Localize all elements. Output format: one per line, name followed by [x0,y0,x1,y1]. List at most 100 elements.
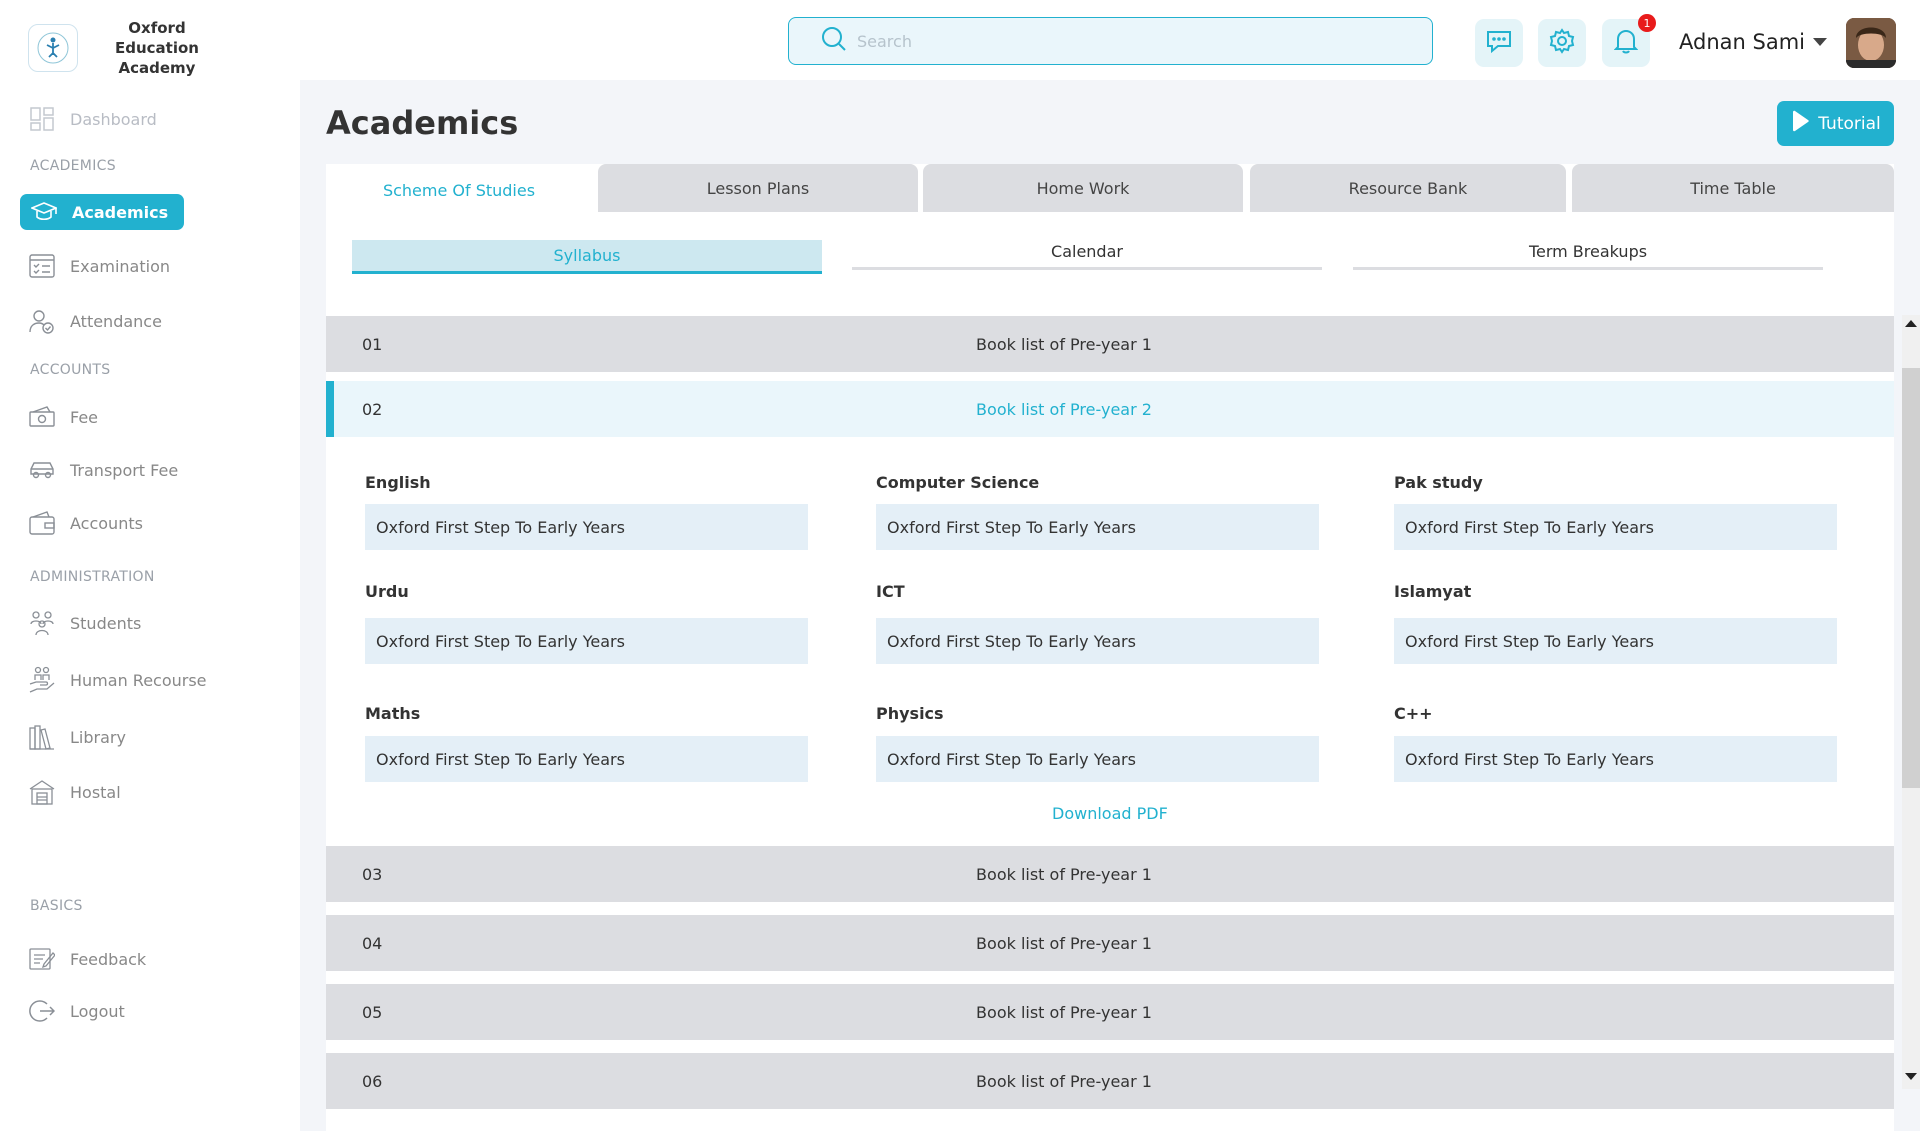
book-list-row[interactable]: 05 Book list of Pre-year 1 [326,984,1894,1040]
sidebar-item-label: Library [70,727,126,747]
subtab-term-breakups[interactable]: Term Breakups [1353,236,1823,270]
tab-time-table[interactable]: Time Table [1572,164,1894,212]
sidebar-item-attendance[interactable]: Attendance [28,304,162,338]
subject-label: Pak study [1394,473,1483,492]
sidebar-item-label: Fee [70,407,99,427]
play-icon [1790,110,1818,137]
sidebar-item-label: Accounts [70,513,143,533]
brand-name-line2: Academy [118,59,196,77]
search-box[interactable] [788,17,1433,65]
notifications-button[interactable]: 1 [1602,14,1656,67]
book-list-row[interactable]: 04 Book list of Pre-year 1 [326,915,1894,971]
cash-icon [28,403,56,431]
wallet-icon [28,509,56,537]
user-menu[interactable]: Adnan Sami [1679,30,1827,54]
sidebar-item-label: Hostal [70,782,121,802]
sidebar-item-label: Human Recourse [70,670,207,690]
chevron-down-icon [1812,38,1827,46]
user-check-icon [28,307,56,335]
tab-resource-bank[interactable]: Resource Bank [1250,164,1566,212]
subject-label: Islamyat [1394,582,1472,601]
subject-book-field[interactable]: Oxford First Step To Early Years [365,504,808,550]
tutorial-label: Tutorial [1818,113,1881,134]
car-icon [28,456,56,484]
subject-book-field[interactable]: Oxford First Step To Early Years [1394,736,1837,782]
hand-people-icon [28,666,56,694]
sidebar-item-label: Logout [70,1001,125,1021]
tab-lesson-plans[interactable]: Lesson Plans [598,164,918,212]
brand-name-line1: Oxford Education [115,19,199,57]
sidebar-item-accounts[interactable]: Accounts [28,506,143,540]
section-accounts: ACCOUNTS [30,362,111,378]
logout-icon [28,997,56,1025]
subject-book-field[interactable]: Oxford First Step To Early Years [365,736,808,782]
dashboard-icon [28,105,56,133]
building-icon [28,778,56,806]
book-list-row[interactable]: 06 Book list of Pre-year 1 [326,1053,1894,1109]
sidebar-item-feedback[interactable]: Feedback [28,942,146,976]
subject-book-field[interactable]: Oxford First Step To Early Years [876,618,1319,664]
bell-icon [1613,28,1639,58]
sidebar-item-library[interactable]: Library [28,720,126,754]
sidebar: Oxford Education Academy Dashboard ACADE… [0,0,300,1131]
section-basics: BASICS [30,898,83,914]
chat-button[interactable] [1475,19,1523,67]
sidebar-item-dashboard[interactable]: Dashboard [28,102,157,136]
search-input[interactable] [857,31,1417,51]
users-group-icon [28,609,56,637]
book-list-row-expanded[interactable]: 02 Book list of Pre-year 2 [326,381,1894,437]
subject-label: English [365,473,431,492]
tab-home-work[interactable]: Home Work [923,164,1243,212]
graduation-cap-icon [30,198,58,226]
subject-label: C++ [1394,704,1433,723]
scrollbar-thumb[interactable] [1902,368,1920,788]
subject-book-field[interactable]: Oxford First Step To Early Years [1394,504,1837,550]
subject-label: Computer Science [876,473,1040,492]
subject-label: Urdu [365,582,409,601]
scroll-up-arrow-icon[interactable] [1905,320,1917,327]
chat-icon [1486,29,1512,57]
book-list-row[interactable]: 01 Book list of Pre-year 1 [326,316,1894,372]
scroll-down-arrow-icon[interactable] [1905,1073,1917,1080]
row-label: Book list of Pre-year 1 [976,1071,1152,1091]
checklist-icon [28,252,56,280]
sidebar-item-fee[interactable]: Fee [28,400,98,434]
sidebar-item-transport-fee[interactable]: Transport Fee [28,453,178,487]
subject-label: ICT [876,582,905,601]
search-icon [821,26,847,56]
avatar[interactable] [1846,18,1896,68]
sidebar-item-label: Academics [72,202,169,222]
tab-bar: Scheme Of Studies Lesson Plans Home Work… [326,164,1894,216]
sidebar-item-hostal[interactable]: Hostal [28,775,121,809]
book-list-row[interactable]: 03 Book list of Pre-year 1 [326,846,1894,902]
feedback-icon [28,945,56,973]
row-label: Book list of Pre-year 1 [976,864,1152,884]
sidebar-item-human-resource[interactable]: Human Recourse [28,663,207,697]
main-card: Scheme Of Studies Lesson Plans Home Work… [326,164,1894,1131]
subject-book-field[interactable]: Oxford First Step To Early Years [365,618,808,664]
sidebar-item-academics[interactable]: Academics [20,194,185,230]
tab-scheme-of-studies[interactable]: Scheme Of Studies [326,164,592,216]
download-pdf-link[interactable]: Download PDF [1052,804,1168,823]
sidebar-item-label: Attendance [70,311,162,331]
sidebar-item-logout[interactable]: Logout [28,994,125,1028]
subtab-syllabus[interactable]: Syllabus [352,240,822,274]
notification-badge: 1 [1638,14,1656,32]
sidebar-item-examination[interactable]: Examination [28,249,170,283]
brand[interactable]: Oxford Education Academy [28,18,222,78]
subject-book-field[interactable]: Oxford First Step To Early Years [1394,618,1837,664]
settings-button[interactable] [1538,19,1586,67]
sidebar-item-label: Students [70,613,142,633]
tutorial-button[interactable]: Tutorial [1777,101,1894,146]
sidebar-item-students[interactable]: Students [28,606,141,640]
row-label: Book list of Pre-year 1 [976,1002,1152,1022]
sidebar-item-label: Feedback [70,949,147,969]
subtab-calendar[interactable]: Calendar [852,236,1322,270]
top-bar: 1 Adnan Sami [300,0,1920,80]
subject-book-field[interactable]: Oxford First Step To Early Years [876,736,1319,782]
row-label: Book list of Pre-year 1 [976,334,1152,354]
gear-icon [1549,28,1575,58]
row-label: Book list of Pre-year 2 [976,399,1152,419]
brand-name: Oxford Education Academy [92,18,222,78]
subject-book-field[interactable]: Oxford First Step To Early Years [876,504,1319,550]
